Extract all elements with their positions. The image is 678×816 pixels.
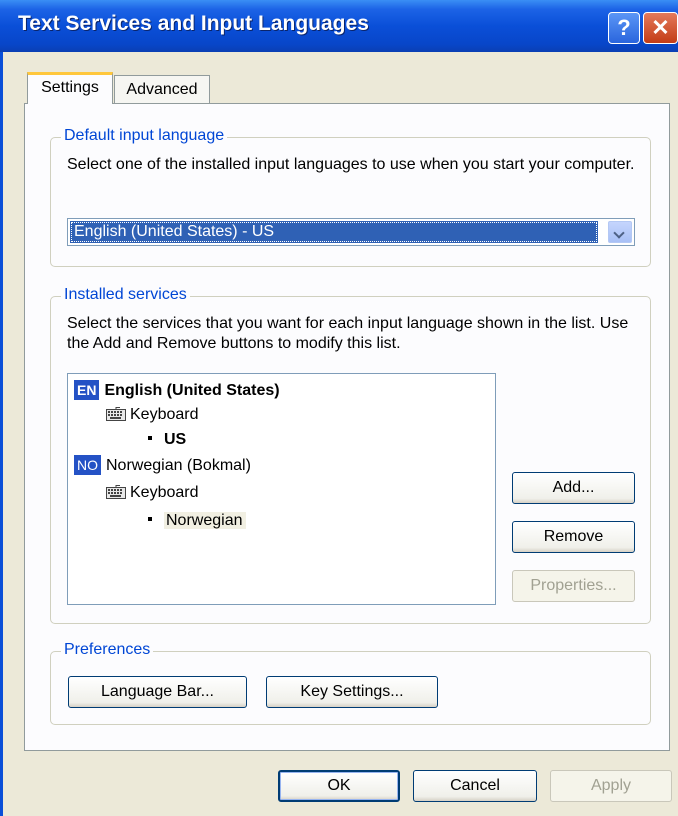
cancel-button[interactable]: Cancel <box>413 770 537 802</box>
default-input-language-legend: Default input language <box>61 127 228 145</box>
close-icon: ✕ <box>651 15 670 40</box>
apply-button[interactable]: Apply <box>550 770 672 802</box>
close-button[interactable]: ✕ <box>643 12 678 44</box>
window-title: Text Services and Input Languages <box>18 12 369 35</box>
default-language-selected-value: English (United States) - US <box>70 221 598 243</box>
layout-label-norwegian: Norwegian <box>164 512 247 529</box>
layout-label-us: US <box>164 431 187 448</box>
bullet-icon <box>148 517 152 521</box>
installed-services-description: Select the services that you want for ea… <box>67 315 629 352</box>
title-bar[interactable]: Text Services and Input Languages ? ✕ <box>0 0 678 52</box>
tree-item-norwegian[interactable]: NO Norwegian (Bokmal) <box>74 455 251 477</box>
tree-item-english-keyboard[interactable]: Keyboard <box>106 404 199 426</box>
language-name-english: English (United States) <box>104 382 280 399</box>
installed-services-legend: Installed services <box>61 286 190 304</box>
tab-advanced[interactable]: Advanced <box>114 75 210 105</box>
preferences-legend: Preferences <box>61 641 154 659</box>
chevron-down-icon[interactable] <box>608 221 632 243</box>
tree-item-english[interactable]: EN English (United States) <box>74 380 280 402</box>
installed-services-tree[interactable]: EN English (United States) Keyboard US NO… <box>67 373 496 605</box>
ok-button[interactable]: OK <box>278 770 400 802</box>
key-settings-button[interactable]: Key Settings... <box>266 676 438 708</box>
help-button[interactable]: ? <box>608 12 640 44</box>
dialog-window: Text Services and Input Languages ? ✕ Se… <box>0 0 678 816</box>
default-input-language-description: Select one of the installed input langua… <box>67 156 635 173</box>
service-label-keyboard: Keyboard <box>130 406 199 423</box>
properties-button[interactable]: Properties... <box>512 570 635 602</box>
language-badge-no: NO <box>74 455 101 475</box>
tab-settings[interactable]: Settings <box>27 72 113 104</box>
remove-button[interactable]: Remove <box>512 521 635 553</box>
default-language-dropdown[interactable]: English (United States) - US <box>67 218 635 246</box>
add-button[interactable]: Add... <box>512 472 635 504</box>
language-badge-en: EN <box>74 380 100 400</box>
tree-item-norwegian-keyboard[interactable]: Keyboard <box>106 482 199 504</box>
tree-item-english-layout[interactable]: US <box>148 429 186 451</box>
bullet-icon <box>148 436 152 440</box>
keyboard-icon <box>106 485 126 499</box>
service-label-keyboard: Keyboard <box>130 484 199 501</box>
keyboard-icon <box>106 407 126 421</box>
tree-item-norwegian-layout[interactable]: Norwegian <box>148 510 247 532</box>
language-name-norwegian: Norwegian (Bokmal) <box>106 457 251 474</box>
language-bar-button[interactable]: Language Bar... <box>68 676 247 708</box>
help-icon: ? <box>617 15 631 40</box>
